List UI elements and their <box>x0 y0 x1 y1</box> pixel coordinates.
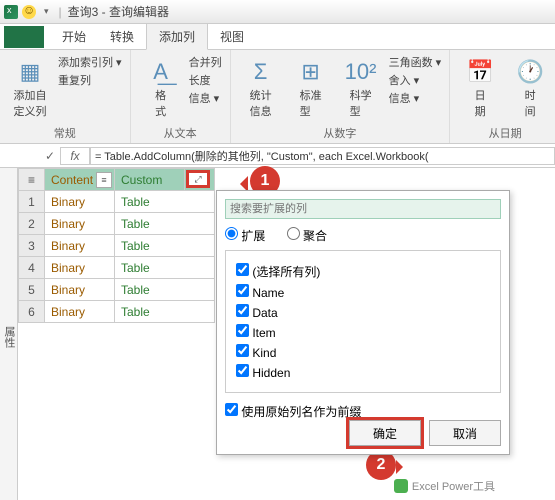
sigma-icon: Σ <box>254 59 268 85</box>
date-button[interactable]: 📅日 期 <box>458 54 502 123</box>
add-index-col-button[interactable]: 添加索引列 ▾ <box>58 54 122 70</box>
tab-transform[interactable]: 转换 <box>98 24 146 49</box>
table-row: 6BinaryTable <box>19 301 215 323</box>
standard-button[interactable]: ⊞标准 型 <box>289 54 333 123</box>
time-button[interactable]: 🕐时 间 <box>508 54 552 123</box>
group-label-text: 从文本 <box>139 123 222 141</box>
col-header-expand[interactable]: ⤢ <box>185 169 215 191</box>
duplicate-col-button[interactable]: 重复列 <box>58 72 122 88</box>
watermark: Excel Power工具 <box>394 478 495 494</box>
excel-icon <box>4 5 18 19</box>
table-row: 3BinaryTable <box>19 235 215 257</box>
chk-use-prefix[interactable]: 使用原始列名作为前缀 <box>225 405 361 419</box>
add-custom-col-button[interactable]: ▦ 添加自 定义列 <box>8 54 52 123</box>
format-icon: A͟ <box>153 59 168 85</box>
tab-addcolumn[interactable]: 添加列 <box>146 23 208 50</box>
grid-icon: ⊞ <box>301 59 319 85</box>
length-button[interactable]: 长度 <box>189 72 222 88</box>
chk-name[interactable]: Name <box>236 284 490 300</box>
expand-popup: 扩展 聚合 (选择所有列) Name Data Item Kind Hidden… <box>216 190 510 455</box>
radio-aggregate[interactable]: 聚合 <box>287 229 327 243</box>
num-info-button[interactable]: 信息 ▾ <box>389 90 442 106</box>
ribbon-tabs: 开始 转换 添加列 视图 <box>0 24 555 50</box>
cancel-button[interactable]: 取消 <box>429 420 501 446</box>
column-checklist: (选择所有列) Name Data Item Kind Hidden <box>225 250 501 393</box>
data-grid: ≡ Content≡ Custom ⤢ 1BinaryTable 2Binary… <box>18 168 215 323</box>
side-panel-label[interactable]: 属性 <box>0 168 18 500</box>
formula-check-icon[interactable]: ✓ <box>40 149 60 163</box>
text-info-button[interactable]: 信息 ▾ <box>189 90 222 106</box>
chk-kind[interactable]: Kind <box>236 344 490 360</box>
fx-icon[interactable]: fx <box>60 147 90 165</box>
format-button[interactable]: A͟ 格 式 <box>139 54 183 123</box>
col-header-content[interactable]: Content≡ <box>45 169 115 191</box>
wechat-icon <box>394 479 408 493</box>
qat-dropdown-icon[interactable]: ▾ <box>44 6 49 17</box>
ribbon: ▦ 添加自 定义列 添加索引列 ▾ 重复列 常规 A͟ 格 式 合并列 长度 信… <box>0 50 555 144</box>
ribbon-group-date: 📅日 期 🕐时 间 从日期 <box>450 50 555 143</box>
ribbon-group-number: Σ统计 信息 ⊞标准 型 10²科学 型 三角函数 ▾ 舍入 ▾ 信息 ▾ 从数… <box>231 50 451 143</box>
clock-icon: 🕐 <box>516 59 543 85</box>
table-row: 1BinaryTable <box>19 191 215 213</box>
chk-select-all[interactable]: (选择所有列) <box>236 263 490 280</box>
exponent-icon: 10² <box>345 59 377 85</box>
smiley-icon <box>22 5 36 19</box>
round-button[interactable]: 舍入 ▾ <box>389 72 442 88</box>
table-icon: ▦ <box>20 59 41 85</box>
formula-input[interactable] <box>90 147 555 165</box>
group-label-number: 从数字 <box>239 123 442 141</box>
table-row: 5BinaryTable <box>19 279 215 301</box>
search-columns-input[interactable] <box>225 199 501 219</box>
chk-item[interactable]: Item <box>236 324 490 340</box>
ribbon-group-general: ▦ 添加自 定义列 添加索引列 ▾ 重复列 常规 <box>0 50 131 143</box>
table-row: 2BinaryTable <box>19 213 215 235</box>
corner-cell[interactable]: ≡ <box>19 169 45 191</box>
separator: | <box>59 5 62 19</box>
trig-button[interactable]: 三角函数 ▾ <box>389 54 442 70</box>
radio-expand[interactable]: 扩展 <box>225 229 265 243</box>
calendar-icon: 📅 <box>466 59 493 85</box>
tab-view[interactable]: 视图 <box>208 24 256 49</box>
col-header-custom[interactable]: Custom <box>115 169 185 191</box>
titlebar: ▾ | 查询3 - 查询编辑器 <box>0 0 555 24</box>
ribbon-group-text: A͟ 格 式 合并列 长度 信息 ▾ 从文本 <box>131 50 231 143</box>
chk-hidden[interactable]: Hidden <box>236 364 490 380</box>
type-dropdown-icon[interactable]: ≡ <box>96 172 112 188</box>
ok-button[interactable]: 确定 <box>349 420 421 446</box>
table-row: 4BinaryTable <box>19 257 215 279</box>
expand-icon[interactable]: ⤢ <box>186 170 210 188</box>
chk-data[interactable]: Data <box>236 304 490 320</box>
formula-bar: ✓ fx <box>0 144 555 168</box>
file-button[interactable] <box>4 26 44 48</box>
group-label-general: 常规 <box>8 123 122 141</box>
window-title: 查询3 - 查询编辑器 <box>68 3 169 20</box>
menu-icon: ≡ <box>28 173 35 187</box>
scientific-button[interactable]: 10²科学 型 <box>339 54 383 123</box>
group-label-date: 从日期 <box>458 123 552 141</box>
stats-button[interactable]: Σ统计 信息 <box>239 54 283 123</box>
merge-cols-button[interactable]: 合并列 <box>189 54 222 70</box>
tab-home[interactable]: 开始 <box>50 24 98 49</box>
